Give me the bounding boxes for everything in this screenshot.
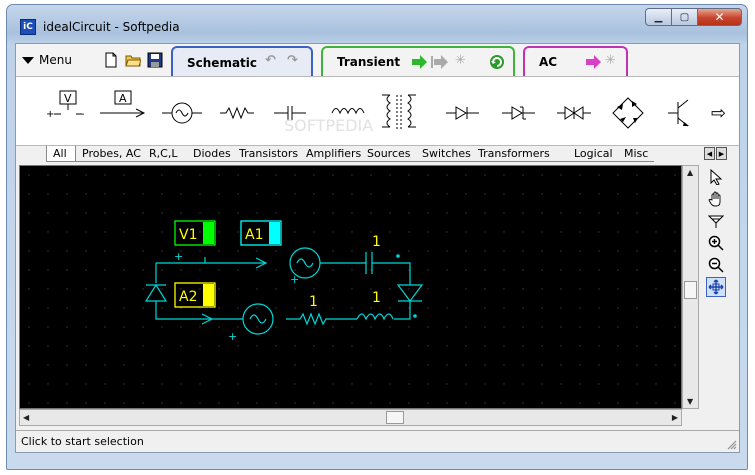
stop-transient-icon[interactable]: ✳: [455, 53, 466, 68]
scroll-right-icon[interactable]: ▶: [672, 413, 678, 422]
main-toolbar: Menu Schematic ↶ ↷ Transient ✳ AC ✳: [16, 44, 739, 78]
cat-tab-diodes[interactable]: Diodes: [187, 146, 233, 162]
ac-source-icon[interactable]: [162, 102, 202, 124]
zener-diode-icon[interactable]: [502, 106, 535, 120]
tab-schematic-label: Schematic: [187, 56, 258, 70]
pan-tool[interactable]: [706, 189, 726, 209]
probe-a1-label: A1: [245, 227, 263, 243]
stop-ac-icon[interactable]: ✳: [605, 53, 616, 68]
plus-sign-source2: +: [228, 330, 237, 343]
voltmeter-probe-icon[interactable]: V + -: [46, 90, 85, 120]
schematic-drawing: V1 A1 A2 + + + 1 1 1: [20, 166, 681, 408]
client-area: Menu Schematic ↶ ↷ Transient ✳ AC ✳ V + …: [15, 43, 740, 453]
inductor-value: 1: [372, 290, 381, 306]
voltmeter-label: V: [64, 92, 72, 105]
category-tabs: All Probes, AC R,C,L Diodes Transistors …: [16, 146, 739, 163]
tab-transient-label: Transient: [337, 55, 401, 69]
palette-next-arrow-icon[interactable]: ⇨: [711, 103, 726, 124]
zoom-in-tool[interactable]: [706, 233, 726, 253]
app-icon: iC: [20, 19, 36, 35]
cat-tab-sources[interactable]: Sources: [361, 146, 416, 162]
zoom-out-icon: [708, 257, 724, 273]
horizontal-scroll-thumb[interactable]: [386, 411, 404, 424]
resistor-value: 1: [309, 294, 318, 310]
new-file-icon[interactable]: [103, 52, 119, 68]
save-icon[interactable]: [147, 52, 163, 68]
run-ac-icon[interactable]: [585, 55, 601, 69]
app-window: iC idealCircuit - Softpedia ▁ ▢ ✕ Menu S…: [6, 4, 748, 470]
menu-arrow-icon: [22, 56, 34, 64]
ammeter-probe-icon[interactable]: A: [100, 90, 146, 118]
vertical-scrollbar[interactable]: ▲ ▼: [682, 165, 699, 409]
zoom-in-icon: [708, 235, 724, 251]
component-palette: V + - A ⇨ SOFTPEDIA: [16, 76, 739, 146]
side-tools: [702, 165, 732, 305]
tab-ac[interactable]: AC ✳: [523, 46, 628, 76]
inductor-icon[interactable]: [331, 108, 365, 115]
tab-transient[interactable]: Transient ✳: [321, 46, 515, 76]
redo-icon[interactable]: ↷: [287, 53, 298, 68]
cat-scroll-right-icon[interactable]: ▶: [716, 147, 727, 160]
probe-v1-label: V1: [179, 227, 197, 243]
open-folder-icon[interactable]: [125, 52, 141, 68]
zoom-fit-tool[interactable]: [706, 277, 726, 297]
run-transient-icon[interactable]: [411, 55, 427, 69]
scroll-up-icon[interactable]: ▲: [687, 168, 693, 177]
bridge-rectifier-icon[interactable]: [612, 97, 644, 129]
title-bar: iC idealCircuit - Softpedia ▁ ▢ ✕: [7, 5, 747, 41]
probe-a2-label: A2: [179, 289, 197, 305]
status-text: Click to start selection: [21, 435, 144, 448]
cat-tab-switches[interactable]: Switches: [416, 146, 472, 162]
capacitor-value: 1: [372, 234, 381, 250]
cat-tab-logical[interactable]: Logical: [568, 146, 618, 162]
step-transient-icon[interactable]: [431, 55, 449, 69]
close-button[interactable]: ✕: [698, 8, 742, 26]
diode-icon[interactable]: [446, 106, 479, 120]
pointer-icon: [710, 169, 723, 185]
cat-tab-transistors[interactable]: Transistors: [233, 146, 300, 162]
cat-tab-rcl[interactable]: R,C,L: [143, 146, 187, 162]
probe-tool[interactable]: [706, 211, 726, 231]
palette-components: V + - A ⇨ SOFTPEDIA: [46, 90, 726, 135]
schematic-canvas[interactable]: V1 A1 A2 + + + 1 1 1: [19, 165, 682, 409]
zoom-out-tool[interactable]: [706, 255, 726, 275]
transistor-icon[interactable]: [668, 99, 689, 127]
vertical-scroll-thumb[interactable]: [684, 281, 697, 299]
svg-text:+: +: [46, 109, 54, 120]
undo-icon[interactable]: ↶: [265, 53, 276, 68]
transformer-icon[interactable]: [382, 94, 416, 129]
maximize-button[interactable]: ▢: [672, 8, 698, 26]
menu-button[interactable]: Menu: [22, 53, 72, 67]
cat-tab-transformers[interactable]: Transformers: [472, 146, 568, 162]
resistor-icon[interactable]: [220, 106, 254, 120]
scroll-down-icon[interactable]: ▼: [687, 397, 693, 406]
probe-tool-icon: [708, 215, 724, 228]
cat-tab-amplifiers[interactable]: Amplifiers: [300, 146, 361, 162]
resize-grip-icon[interactable]: [727, 440, 737, 450]
zoom-fit-icon: [708, 279, 724, 295]
scroll-left-icon[interactable]: ◀: [23, 413, 29, 422]
plus-sign-v1: +: [174, 250, 183, 263]
minimize-button[interactable]: ▁: [645, 8, 672, 26]
cat-tab-probes[interactable]: Probes, AC: [76, 146, 143, 162]
tab-ac-label: AC: [539, 55, 558, 69]
tab-schematic[interactable]: Schematic ↶ ↷: [171, 46, 313, 78]
select-tool[interactable]: [706, 167, 726, 187]
horizontal-scrollbar[interactable]: ◀ ▶: [19, 409, 682, 426]
plus-sign-source1: +: [290, 273, 299, 286]
hand-icon: [708, 191, 721, 207]
cat-tab-all[interactable]: All: [46, 146, 76, 162]
cat-scroll-left-icon[interactable]: ◀: [704, 147, 715, 160]
diac-icon[interactable]: [557, 106, 591, 120]
watermark-text: SOFTPEDIA: [284, 116, 373, 135]
refresh-icon[interactable]: [489, 54, 505, 70]
cat-tab-misc[interactable]: Misc: [618, 146, 654, 162]
status-bar: Click to start selection: [16, 430, 739, 452]
window-title: idealCircuit - Softpedia: [43, 20, 180, 34]
menu-label: Menu: [39, 53, 72, 67]
ammeter-label: A: [119, 92, 127, 105]
